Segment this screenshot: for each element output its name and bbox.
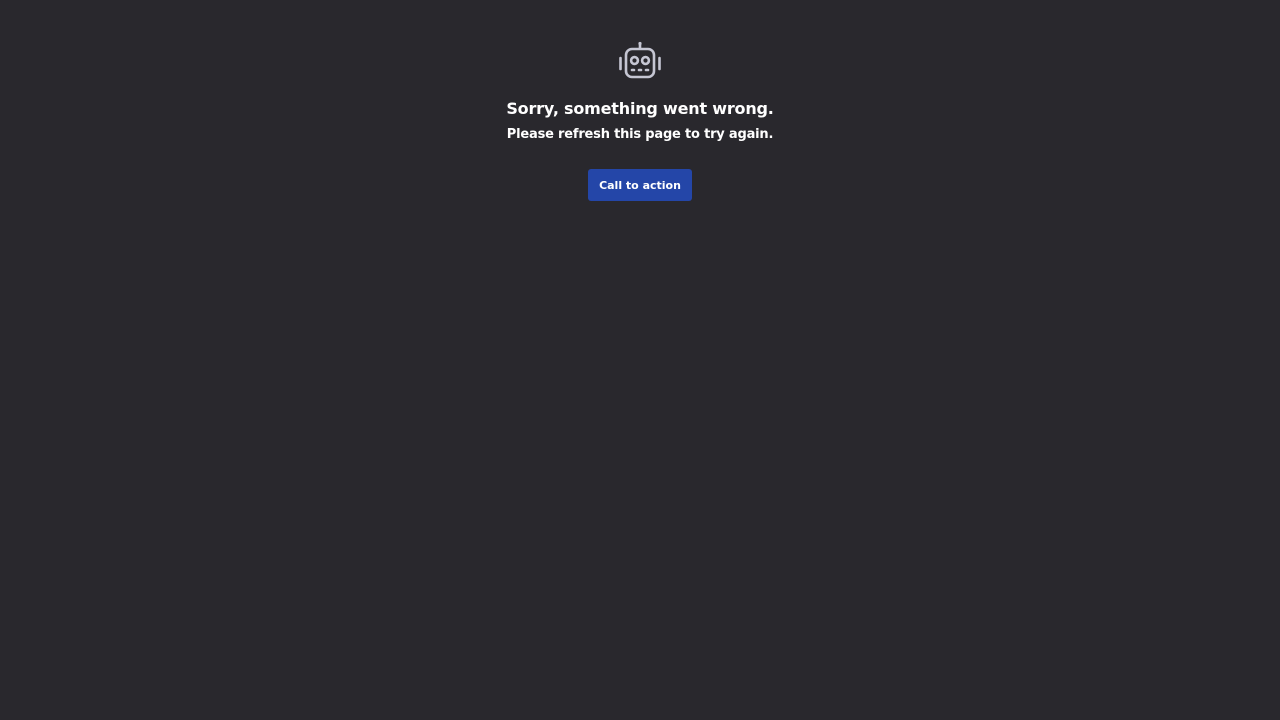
error-message: Please refresh this page to try again. — [506, 127, 774, 142]
error-panel: Sorry, something went wrong. Please refr… — [0, 40, 1280, 201]
call-to-action-button[interactable]: Call to action — [588, 169, 692, 201]
error-page: Sorry, something went wrong. Please refr… — [0, 0, 1280, 720]
error-title: Sorry, something went wrong. — [506, 99, 774, 118]
robot-icon — [618, 40, 662, 82]
